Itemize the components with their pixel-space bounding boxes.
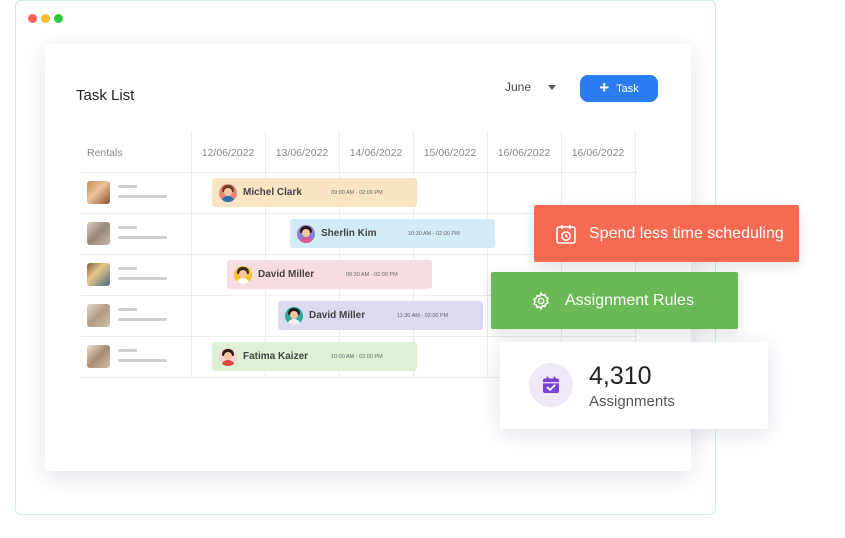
assignee-name: Sherlin Kim (321, 228, 377, 239)
column-header-rentals: Rentals (87, 147, 123, 159)
chevron-down-icon (548, 84, 557, 90)
assignment-bar-sherlin-kim[interactable]: Sherlin Kim 10:30 AM - 02:00 PM (290, 219, 495, 248)
column-header-date: 16/06/2022 (571, 147, 625, 159)
rental-thumbnail[interactable] (87, 304, 110, 327)
rental-info-placeholder (118, 226, 167, 239)
assignee-name: Michel Clark (243, 187, 302, 198)
column-header-date: 13/06/2022 (275, 147, 329, 159)
plus-icon: + (599, 78, 610, 97)
rental-thumbnail[interactable] (87, 263, 110, 286)
calendar-clock-icon (555, 223, 577, 245)
rental-thumbnail[interactable] (87, 222, 110, 245)
window-controls (28, 14, 63, 23)
avatar (219, 347, 237, 366)
rental-info-placeholder (118, 349, 167, 362)
assignment-bar-fatima-kaizer[interactable]: Fatima Kaizer 10:00 AM - 02:00 PM (212, 342, 417, 371)
column-header-date: 15/06/2022 (423, 147, 477, 159)
gear-icon (531, 291, 551, 311)
assignee-name: Fatima Kaizer (243, 351, 309, 362)
rental-thumbnail[interactable] (87, 345, 110, 368)
assignee-name: David Miller (258, 269, 315, 280)
assignment-rules-callout: Assignment Rules (491, 272, 738, 329)
column-header-date: 12/06/2022 (201, 147, 255, 159)
column-header-date: 16/06/2022 (497, 147, 551, 159)
assignee-name: David Miller (309, 310, 366, 321)
assignment-time: 10:30 AM - 02:00 PM (408, 231, 460, 237)
assignment-time: 10:00 AM - 02:00 PM (331, 354, 383, 360)
calendar-check-icon (541, 375, 561, 395)
assignment-rules-callout-label: Assignment Rules (565, 291, 694, 309)
assignment-time: 09:30 AM - 02:00 PM (346, 272, 398, 278)
assignment-time: 11:30 AM - 02:00 PM (397, 313, 449, 319)
scheduling-callout: Spend less time scheduling (534, 205, 799, 262)
rental-info-placeholder (118, 308, 167, 321)
add-task-button[interactable]: + Task (580, 75, 658, 102)
month-select-value: June (505, 80, 532, 94)
avatar (219, 183, 237, 202)
avatar (234, 265, 252, 284)
assignment-bar-david-miller[interactable]: David Miller 09:30 AM - 02:00 PM (227, 260, 432, 289)
avatar (297, 224, 315, 243)
minimize-window-dot[interactable] (41, 14, 50, 23)
assignment-bar-david-miller[interactable]: David Miller 11:30 AM - 02:00 PM (278, 301, 483, 330)
assignment-bar-michel-clark[interactable]: Michel Clark 09:00 AM - 02:00 PM (212, 178, 417, 207)
close-window-dot[interactable] (28, 14, 37, 23)
grid-line (81, 336, 637, 337)
assignments-stat-card: 4,310 Assignments (500, 342, 768, 429)
page-title: Task List (76, 87, 135, 104)
add-task-button-label: Task (616, 82, 639, 95)
assignment-time: 09:00 AM - 02:00 PM (331, 190, 383, 196)
rental-thumbnail[interactable] (87, 181, 110, 204)
grid-line (81, 172, 637, 173)
rental-info-placeholder (118, 185, 167, 198)
maximize-window-dot[interactable] (54, 14, 63, 23)
scheduling-callout-label: Spend less time scheduling (589, 224, 784, 242)
month-select[interactable]: June (505, 80, 557, 94)
avatar (285, 306, 303, 325)
stat-icon-badge (529, 363, 573, 407)
assignments-label: Assignments (589, 393, 675, 410)
rental-info-placeholder (118, 267, 167, 280)
assignments-count: 4,310 (589, 362, 652, 390)
column-header-date: 14/06/2022 (349, 147, 403, 159)
